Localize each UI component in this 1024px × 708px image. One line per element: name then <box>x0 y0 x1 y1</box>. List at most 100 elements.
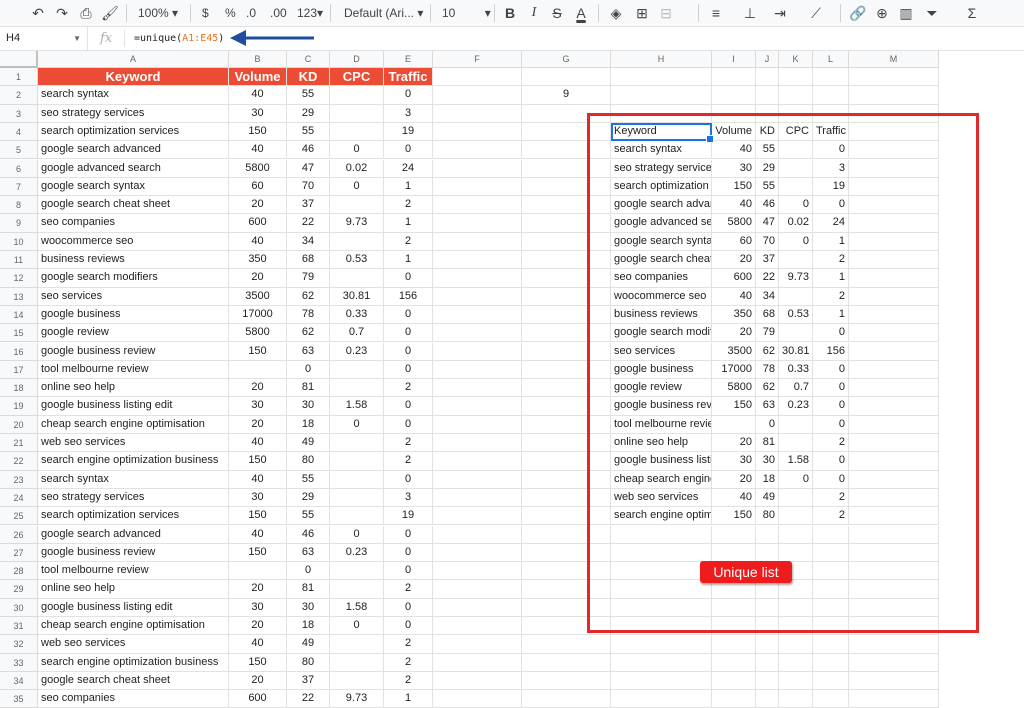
value-cell[interactable]: 63 <box>287 342 330 361</box>
cell[interactable] <box>433 196 522 215</box>
name-box[interactable]: H4 ▼ <box>0 27 88 50</box>
g2-value-cell[interactable]: 9 <box>522 86 611 105</box>
row-header[interactable]: 5 <box>0 141 38 160</box>
cell[interactable] <box>433 122 522 142</box>
cell[interactable] <box>813 671 849 691</box>
cell[interactable] <box>611 635 712 654</box>
value-cell[interactable]: 30 <box>229 104 287 123</box>
column-header-f[interactable]: F <box>433 51 522 68</box>
value-cell[interactable]: 2 <box>384 434 433 453</box>
chart-icon[interactable]: ▥ <box>896 3 916 23</box>
increase-decimal-button[interactable]: .00 <box>270 3 287 23</box>
column-header-h[interactable]: H <box>611 51 712 68</box>
value-cell[interactable]: 3500 <box>229 287 287 306</box>
value-cell[interactable]: 20 <box>229 671 287 691</box>
row-header[interactable]: 20 <box>0 415 38 434</box>
value-cell[interactable]: 68 <box>287 251 330 270</box>
value-cell[interactable]: 0 <box>330 525 384 544</box>
cell[interactable] <box>433 580 522 599</box>
keyword-cell[interactable]: google business review <box>38 342 229 361</box>
cell[interactable] <box>779 690 813 708</box>
value-cell[interactable]: 2 <box>384 232 433 251</box>
cell[interactable] <box>756 86 779 105</box>
keyword-cell[interactable]: google business review <box>38 543 229 563</box>
value-cell[interactable]: 0 <box>384 397 433 416</box>
value-cell[interactable] <box>330 562 384 581</box>
value-cell[interactable] <box>330 232 384 251</box>
value-cell[interactable]: 9.73 <box>330 690 384 708</box>
value-cell[interactable]: 0.33 <box>330 305 384 325</box>
paint-format-icon[interactable]: 🖌 <box>100 3 120 23</box>
value-cell[interactable]: 1 <box>384 251 433 270</box>
keyword-cell[interactable]: seo companies <box>38 214 229 233</box>
row-header[interactable]: 3 <box>0 104 38 123</box>
cell[interactable] <box>433 360 522 380</box>
value-cell[interactable]: 40 <box>229 470 287 489</box>
cell[interactable] <box>522 653 611 672</box>
row-header[interactable]: 16 <box>0 342 38 361</box>
value-cell[interactable] <box>330 580 384 599</box>
value-cell[interactable] <box>330 86 384 105</box>
value-cell[interactable]: 46 <box>287 141 330 160</box>
value-cell[interactable]: 30.81 <box>330 287 384 306</box>
comment-icon[interactable]: ⊕ <box>872 3 892 23</box>
cell[interactable] <box>813 68 849 87</box>
align-left-icon[interactable]: ≡ <box>706 3 726 23</box>
keyword-cell[interactable]: cheap search engine optimisation <box>38 617 229 636</box>
value-cell[interactable]: 2 <box>384 196 433 215</box>
value-cell[interactable]: 9.73 <box>330 214 384 233</box>
cell[interactable] <box>433 653 522 672</box>
cell[interactable] <box>712 690 756 708</box>
cell[interactable] <box>611 68 712 87</box>
value-cell[interactable]: 49 <box>287 635 330 654</box>
value-cell[interactable]: 0 <box>384 525 433 544</box>
cell[interactable] <box>433 507 522 526</box>
row-header[interactable]: 7 <box>0 177 38 197</box>
cell[interactable] <box>433 525 522 544</box>
cell[interactable] <box>522 690 611 708</box>
value-cell[interactable]: 5800 <box>229 324 287 343</box>
value-cell[interactable]: 1 <box>384 177 433 197</box>
select-all-corner[interactable] <box>0 51 38 68</box>
value-cell[interactable]: 0.23 <box>330 543 384 563</box>
cell[interactable] <box>433 671 522 691</box>
text-rotation-icon[interactable]: ⟋ <box>806 3 826 23</box>
link-icon[interactable]: 🔗 <box>848 3 868 23</box>
row-header[interactable]: 2 <box>0 86 38 105</box>
keyword-cell[interactable]: tool melbourne review <box>38 562 229 581</box>
cell[interactable] <box>712 635 756 654</box>
keyword-cell[interactable]: search syntax <box>38 470 229 489</box>
value-cell[interactable] <box>330 379 384 398</box>
left-table-header-cell[interactable]: Keyword <box>38 68 229 87</box>
cell[interactable] <box>433 269 522 288</box>
borders-icon[interactable]: ⊞ <box>632 3 652 23</box>
value-cell[interactable]: 2 <box>384 671 433 691</box>
value-cell[interactable]: 2 <box>384 452 433 471</box>
keyword-cell[interactable]: google search syntax <box>38 177 229 197</box>
value-cell[interactable]: 55 <box>287 470 330 489</box>
value-cell[interactable]: 0 <box>384 305 433 325</box>
value-cell[interactable]: 22 <box>287 214 330 233</box>
value-cell[interactable]: 62 <box>287 324 330 343</box>
value-cell[interactable]: 156 <box>384 287 433 306</box>
keyword-cell[interactable]: business reviews <box>38 251 229 270</box>
column-header-g[interactable]: G <box>522 51 611 68</box>
value-cell[interactable]: 63 <box>287 543 330 563</box>
row-header[interactable]: 28 <box>0 562 38 581</box>
row-header[interactable]: 4 <box>0 122 38 142</box>
keyword-cell[interactable]: online seo help <box>38 580 229 599</box>
value-cell[interactable] <box>330 196 384 215</box>
keyword-cell[interactable]: woocommerce seo <box>38 232 229 251</box>
cell[interactable] <box>433 470 522 489</box>
value-cell[interactable] <box>330 104 384 123</box>
row-header[interactable]: 33 <box>0 653 38 672</box>
value-cell[interactable]: 150 <box>229 452 287 471</box>
value-cell[interactable]: 30 <box>229 598 287 617</box>
value-cell[interactable]: 0 <box>330 141 384 160</box>
value-cell[interactable]: 150 <box>229 122 287 142</box>
value-cell[interactable]: 81 <box>287 580 330 599</box>
value-cell[interactable]: 0 <box>384 543 433 563</box>
keyword-cell[interactable]: search optimization services <box>38 122 229 142</box>
value-cell[interactable] <box>330 269 384 288</box>
cell[interactable] <box>433 635 522 654</box>
